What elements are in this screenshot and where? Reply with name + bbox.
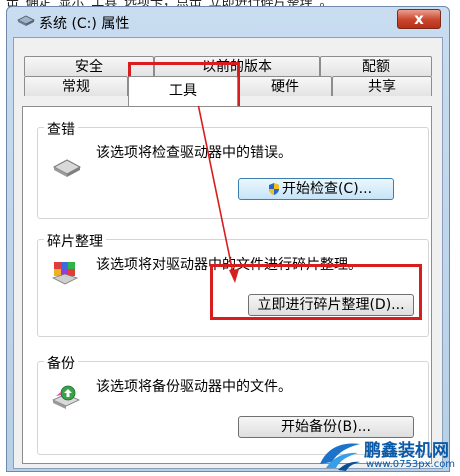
- tab-label: 工具: [169, 83, 197, 99]
- watermark-url: www.0753px.com: [366, 459, 456, 470]
- annotation-arrow: [195, 93, 239, 283]
- tab-tools[interactable]: 工具: [128, 76, 238, 106]
- watermark-name: 鹏鑫装机网: [364, 441, 449, 461]
- watermark-logo-icon: [320, 443, 360, 471]
